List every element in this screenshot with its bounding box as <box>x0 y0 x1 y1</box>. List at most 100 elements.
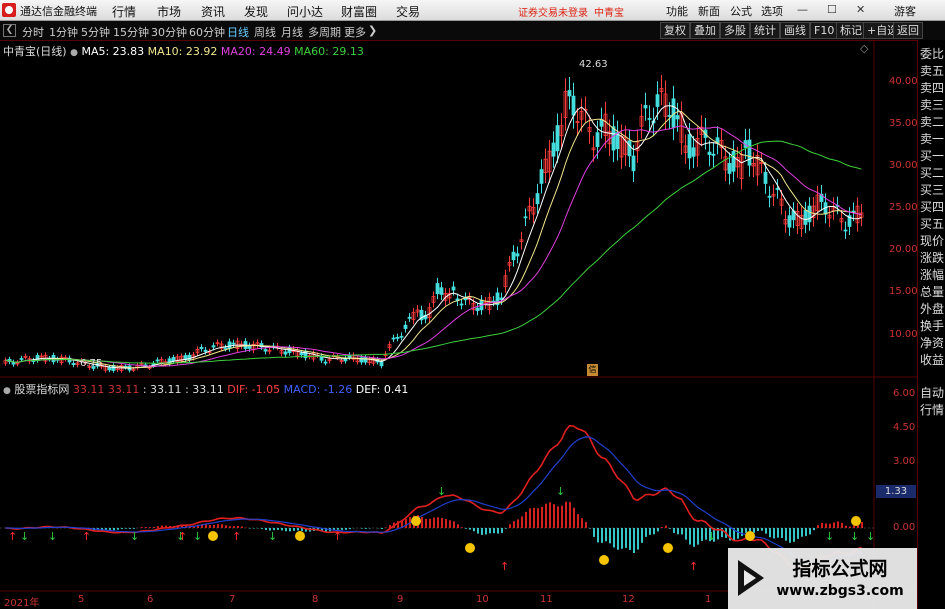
minimize-icon[interactable]: — <box>797 3 808 16</box>
guest-login[interactable]: 游客 <box>894 3 916 19</box>
menu-new-page[interactable]: 新面 <box>698 3 720 19</box>
menu-discover[interactable]: 发现 <box>244 3 268 20</box>
def-label: DEF: 0.41 <box>355 383 409 396</box>
side-item-15[interactable]: 外盘 <box>920 301 945 318</box>
period-30min[interactable]: 30分钟 <box>151 24 187 40</box>
mark-button[interactable]: 标记 <box>836 22 866 39</box>
close-icon[interactable]: ✕ <box>856 3 865 16</box>
period-timeshare[interactable]: 分时 <box>22 24 44 40</box>
side-quote[interactable]: 行情 <box>920 402 945 419</box>
macd-bar <box>385 527 387 528</box>
side-item-9[interactable]: 买四 <box>920 199 945 216</box>
smiley-icon <box>295 531 305 541</box>
menu-quotes[interactable]: 行情 <box>112 3 136 20</box>
pin-icon[interactable]: ◇ <box>860 42 868 55</box>
macd-bar <box>489 528 491 534</box>
overlay-button[interactable]: 叠加 <box>690 22 720 39</box>
side-item-17[interactable]: 净资 <box>920 335 945 352</box>
menu-function[interactable]: 功能 <box>666 3 688 19</box>
ma60-label: MA60: 29.13 <box>294 45 364 58</box>
back-icon[interactable]: ❮ <box>3 24 16 37</box>
kline-chart[interactable]: ↓ ↓ ↓ ↓ ↓ ↓↓ ↓↓ ↓ ↓ ↓↑ ↑ ↑ ↑ ↑↑ ↑ <box>0 40 917 609</box>
period-5min[interactable]: 5分钟 <box>81 24 110 40</box>
side-item-12[interactable]: 涨跌 <box>920 250 945 267</box>
side-item-3[interactable]: 卖三 <box>920 97 945 114</box>
f10-button[interactable]: F10 <box>810 22 839 39</box>
candle-body <box>763 171 768 184</box>
sub-y-tick-4-5: 4.50 <box>893 422 916 433</box>
more-chevron-icon[interactable]: ❯ <box>368 24 377 37</box>
period-multi[interactable]: 多周期 <box>308 24 341 40</box>
period-15min[interactable]: 15分钟 <box>113 24 149 40</box>
buy-arrow-icon: ↓ <box>268 530 277 543</box>
x-label-11: 11 <box>540 594 553 605</box>
macd-bar <box>501 528 503 533</box>
menu-formula[interactable]: 公式 <box>730 3 752 19</box>
macd-bar <box>741 528 743 537</box>
dif-label: DIF: -1.05 <box>227 383 281 396</box>
draw-button[interactable]: 画线 <box>780 22 810 39</box>
side-item-2[interactable]: 卖四 <box>920 80 945 97</box>
side-item-4[interactable]: 卖二 <box>920 114 945 131</box>
maximize-icon[interactable]: ☐ <box>827 3 837 16</box>
side-item-18[interactable]: 收益 <box>920 352 945 369</box>
macd-bar <box>861 522 863 528</box>
login-status[interactable]: 证券交易未登录 <box>518 4 588 19</box>
candle-body <box>691 147 696 157</box>
menu-options[interactable]: 选项 <box>761 3 783 19</box>
candle-body <box>787 215 792 228</box>
side-item-5[interactable]: 卖一 <box>920 131 945 148</box>
period-weekly[interactable]: 周线 <box>254 24 276 40</box>
macd-bar <box>485 528 487 535</box>
menu-trade[interactable]: 交易 <box>396 3 420 20</box>
candle-body <box>403 324 408 329</box>
side-item-13[interactable]: 涨幅 <box>920 267 945 284</box>
menu-xiaoda[interactable]: 问小达 <box>287 3 323 20</box>
candle-body <box>539 169 544 184</box>
side-auto[interactable]: 自动 <box>920 385 945 402</box>
period-60min[interactable]: 60分钟 <box>189 24 225 40</box>
menu-market[interactable]: 市场 <box>157 3 181 20</box>
period-monthly[interactable]: 月线 <box>281 24 303 40</box>
candle-body <box>459 303 464 306</box>
indicator-title[interactable]: 股票指标网 <box>14 383 69 396</box>
buy-arrow-icon: ↓ <box>48 530 57 543</box>
candle-body <box>551 142 556 157</box>
buy-arrow-icon: ↓ <box>825 530 834 543</box>
candle-body <box>511 251 516 261</box>
adjust-button[interactable]: 复权 <box>660 22 690 39</box>
side-item-1[interactable]: 卖五 <box>920 63 945 80</box>
candlestick-series <box>3 75 864 373</box>
ma10-line <box>5 110 862 369</box>
side-item-11[interactable]: 现价 <box>920 233 945 250</box>
macd-bar <box>641 528 643 543</box>
menu-fortune[interactable]: 财富圈 <box>341 3 377 20</box>
side-item-0[interactable]: 委比 <box>920 46 945 63</box>
period-more[interactable]: 更多 <box>344 24 366 40</box>
side-item-7[interactable]: 买二 <box>920 165 945 182</box>
period-daily[interactable]: 日线 <box>227 24 249 40</box>
macd-bar <box>421 517 423 528</box>
menu-news[interactable]: 资讯 <box>201 3 225 20</box>
return-button[interactable]: 返回 <box>893 22 923 39</box>
side-item-16[interactable]: 换手 <box>920 318 945 335</box>
macd-bar <box>505 528 507 529</box>
candle-body <box>451 286 456 291</box>
stats-button[interactable]: 统计 <box>750 22 780 39</box>
macd-bar <box>513 521 515 528</box>
indicator-settings-icon[interactable]: ● <box>3 386 11 396</box>
ma10-label: MA10: 23.92 <box>147 45 218 58</box>
side-item-10[interactable]: 买五 <box>920 216 945 233</box>
side-item-8[interactable]: 买三 <box>920 182 945 199</box>
candle-body <box>711 153 716 156</box>
settings-icon[interactable]: ● <box>70 48 78 58</box>
candle-body <box>299 352 304 356</box>
side-item-14[interactable]: 总量 <box>920 284 945 301</box>
buy-arrow-icon: ↓ <box>850 530 859 543</box>
side-item-6[interactable]: 买一 <box>920 148 945 165</box>
info-mine-icon[interactable]: 信 <box>587 364 598 376</box>
period-1min[interactable]: 1分钟 <box>49 24 78 40</box>
candle-body <box>199 346 204 349</box>
multi-stock-button[interactable]: 多股 <box>720 22 750 39</box>
macd-bar <box>221 524 223 528</box>
